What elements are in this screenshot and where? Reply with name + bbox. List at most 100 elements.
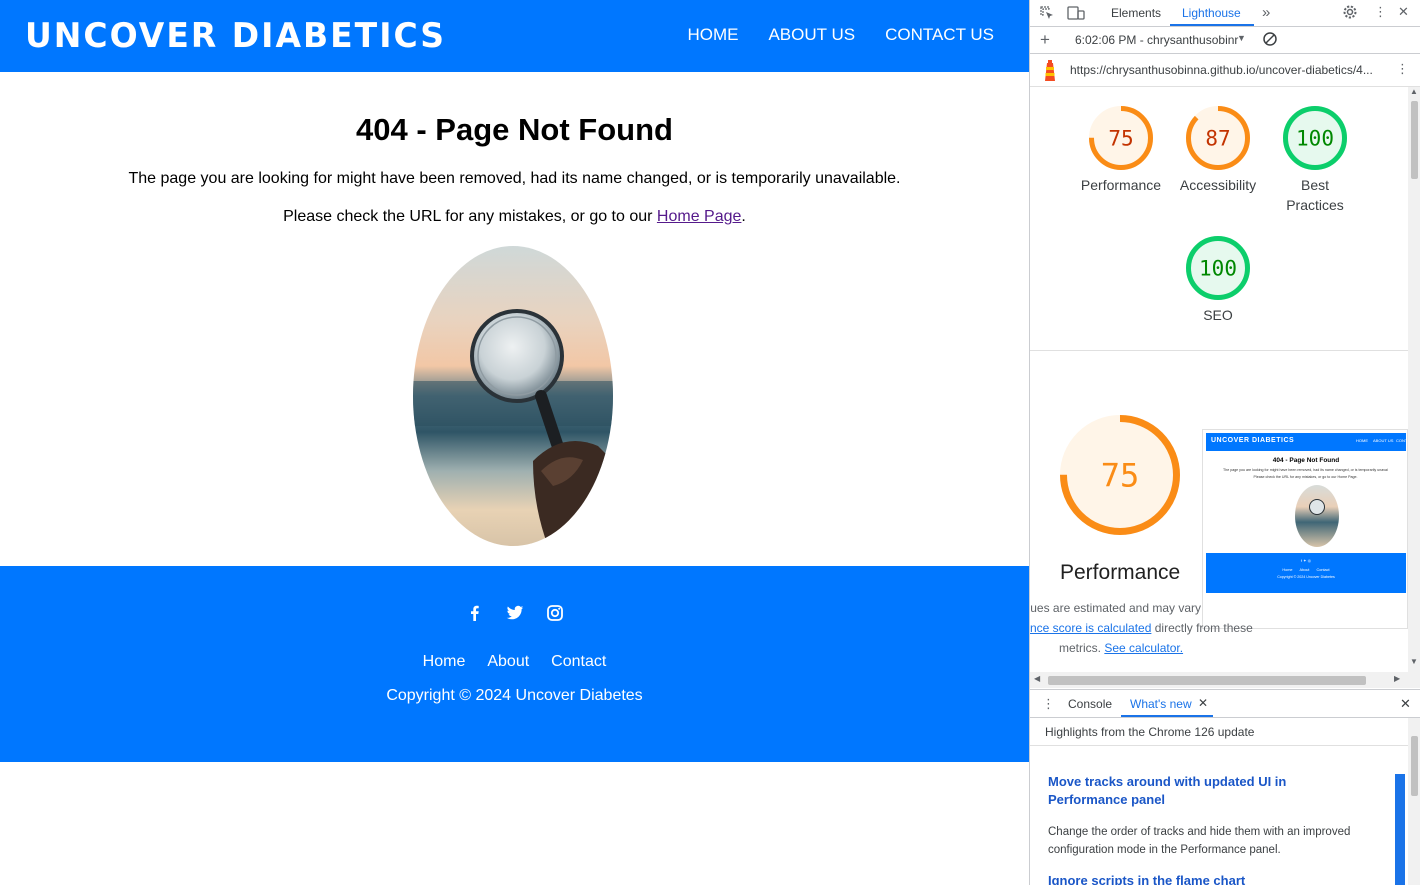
site-footer: Home About Contact Copyright © 2024 Unco… xyxy=(0,566,1029,762)
gauge-score-value: 75 xyxy=(1108,127,1133,151)
magnifying-glass-image xyxy=(413,246,613,546)
footer-contact-link[interactable]: Contact xyxy=(551,653,606,671)
scroll-right-icon[interactable]: ▶ xyxy=(1394,674,1400,683)
device-toolbar-icon[interactable] xyxy=(1067,5,1085,24)
report-vertical-scrollbar[interactable]: ▲ ▼ xyxy=(1408,87,1420,672)
site-logo[interactable]: UNCOVER DIABETICS xyxy=(25,16,446,56)
drawer-tab-bar: ⋮ Console What's new ✕ ✕ xyxy=(1030,690,1420,718)
score-label-seo: SEO xyxy=(1203,307,1233,323)
error-hint: Please check the URL for any mistakes, o… xyxy=(0,208,1029,226)
whats-new-subtitle: Highlights from the Chrome 126 update xyxy=(1030,718,1420,746)
devtools-panel: Elements Lighthouse » ⋮ ✕ + 6:02:06 PM -… xyxy=(1029,0,1420,885)
footer-nav: Home About Contact xyxy=(0,653,1029,671)
gauge-score-value: 100 xyxy=(1296,127,1334,151)
report-url-bar: https://chrysanthusobinna.github.io/unco… xyxy=(1030,54,1420,87)
score-gauge-best-practices[interactable]: 100 Best Practices xyxy=(1265,105,1365,215)
report-horizontal-scrollbar[interactable]: ◀ ▶ xyxy=(1030,672,1420,688)
scrollbar-thumb[interactable] xyxy=(1411,101,1418,179)
footer-about-link[interactable]: About xyxy=(487,653,529,671)
report-selector[interactable]: 6:02:06 PM - chrysanthusobinr xyxy=(1075,33,1238,47)
error-hint-suffix: . xyxy=(741,208,746,225)
tab-whats-new[interactable]: What's new xyxy=(1130,697,1192,711)
score-note-line2-rest: directly from these xyxy=(1151,621,1253,635)
thumb-footer: f ✦ ◎ Home About Contact Copyright © 202… xyxy=(1206,553,1406,593)
thumb-social-icons: f ✦ ◎ xyxy=(1300,558,1312,563)
nav-home-link[interactable]: HOME xyxy=(687,25,738,45)
performance-heading: Performance xyxy=(1060,561,1181,584)
more-options-icon[interactable]: ⋮ xyxy=(1374,4,1387,20)
close-drawer-icon[interactable]: ✕ xyxy=(1400,696,1411,712)
scroll-up-icon[interactable]: ▲ xyxy=(1410,87,1418,96)
thumb-logo: UNCOVER DIABETICS xyxy=(1211,437,1295,444)
score-gauge-performance[interactable]: 75 Performance xyxy=(1071,105,1171,195)
clear-reports-icon[interactable] xyxy=(1262,31,1278,50)
tab-lighthouse[interactable]: Lighthouse xyxy=(1182,6,1241,20)
instagram-icon[interactable] xyxy=(546,604,564,622)
gauge-score-value: 100 xyxy=(1199,257,1237,281)
thumb-nav-home: HOME xyxy=(1356,438,1368,443)
scroll-left-icon[interactable]: ◀ xyxy=(1034,674,1040,683)
inspect-element-icon[interactable] xyxy=(1039,5,1055,24)
new-report-icon[interactable]: + xyxy=(1040,30,1050,50)
social-links xyxy=(0,604,1029,622)
drawer-menu-icon[interactable]: ⋮ xyxy=(1042,696,1055,712)
lighthouse-toolbar: + 6:02:06 PM - chrysanthusobinr ▼ xyxy=(1030,27,1420,54)
thumb-footer-about: About xyxy=(1299,568,1310,572)
report-menu-icon[interactable]: ⋮ xyxy=(1396,61,1409,77)
thumb-footer-links: Home About Contact xyxy=(1206,568,1406,572)
score-label-performance: Performance xyxy=(1080,177,1162,193)
main-nav: HOME ABOUT US CONTACT US xyxy=(687,25,994,45)
score-label-best-practices: Best Practices xyxy=(1286,177,1344,213)
gauge-score-value: 75 xyxy=(1101,457,1140,495)
gauge-ring: 87 xyxy=(1186,106,1250,170)
whats-new-item-title[interactable]: Ignore scripts in the flame chart xyxy=(1048,872,1348,885)
gauge-score-value: 87 xyxy=(1205,127,1230,151)
drawer-scrollbar[interactable] xyxy=(1408,718,1420,885)
footer-home-link[interactable]: Home xyxy=(423,653,466,671)
whats-new-item-title[interactable]: Move tracks around with updated UI in Pe… xyxy=(1048,773,1348,809)
error-message: The page you are looking for might have … xyxy=(128,170,901,187)
more-tabs-icon[interactable]: » xyxy=(1262,4,1270,21)
copyright-text: Copyright © 2024 Uncover Diabetes xyxy=(386,687,643,704)
score-gauge-seo[interactable]: 100 SEO xyxy=(1168,235,1268,325)
thumb-line2: Please check the URL for any mistakes, o… xyxy=(1253,475,1358,479)
scroll-down-icon[interactable]: ▼ xyxy=(1410,657,1418,666)
see-calculator-link[interactable]: See calculator. xyxy=(1104,641,1183,655)
close-whats-new-icon[interactable]: ✕ xyxy=(1198,696,1208,710)
gauge-ring: 100 xyxy=(1283,106,1347,170)
home-page-link[interactable]: Home Page xyxy=(657,208,742,225)
score-calc-link[interactable]: nce score is calculated xyxy=(1030,621,1151,635)
tab-console[interactable]: Console xyxy=(1068,697,1112,711)
devtools-drawer: ⋮ Console What's new ✕ ✕ Highlights from… xyxy=(1030,689,1420,885)
error-hint-prefix: Please check the URL for any mistakes, o… xyxy=(283,208,657,225)
score-gauge-accessibility[interactable]: 87 Accessibility xyxy=(1168,105,1268,195)
section-divider xyxy=(1030,350,1420,351)
thumb-title: 404 - Page Not Found xyxy=(1272,457,1340,464)
thumb-copyright: Copyright © 2024 Uncover Diabetes xyxy=(1277,575,1335,579)
drawer-scrollbar-thumb[interactable] xyxy=(1411,736,1418,796)
tab-elements[interactable]: Elements xyxy=(1111,6,1161,20)
gauge-ring: 100 xyxy=(1186,236,1250,300)
close-devtools-icon[interactable]: ✕ xyxy=(1398,4,1409,20)
twitter-icon[interactable] xyxy=(506,604,524,622)
performance-big-gauge: 75 xyxy=(1059,414,1181,541)
thumb-footer-home: Home xyxy=(1282,568,1293,572)
site-header: UNCOVER DIABETICS HOME ABOUT US CONTACT … xyxy=(0,0,1029,72)
report-url: https://chrysanthusobinna.github.io/unco… xyxy=(1070,63,1373,77)
page-title: 404 - Page Not Found xyxy=(356,112,673,147)
hscrollbar-thumb[interactable] xyxy=(1048,676,1366,685)
settings-gear-icon[interactable] xyxy=(1342,4,1358,23)
thumb-line1: The page you are looking for might have … xyxy=(1223,468,1388,472)
whats-new-image xyxy=(1395,774,1405,885)
page-screenshot-thumbnail[interactable]: UNCOVER DIABETICS HOME ABOUT US CONT 404… xyxy=(1202,429,1408,629)
whats-new-item-desc: Change the order of tracks and hide them… xyxy=(1048,826,1351,856)
score-note-line1: ues are estimated and may vary xyxy=(1030,601,1201,615)
nav-contact-link[interactable]: CONTACT US xyxy=(885,25,994,45)
dropdown-arrow-icon[interactable]: ▼ xyxy=(1237,33,1246,43)
devtools-tab-bar: Elements Lighthouse » ⋮ ✕ xyxy=(1030,0,1420,27)
nav-about-link[interactable]: ABOUT US xyxy=(768,25,855,45)
score-note-line3-prefix: metrics. xyxy=(1059,641,1105,655)
facebook-icon[interactable] xyxy=(466,604,484,622)
thumb-nav-contact: CONT xyxy=(1396,438,1408,443)
thumb-footer-contact: Contact xyxy=(1316,568,1330,572)
